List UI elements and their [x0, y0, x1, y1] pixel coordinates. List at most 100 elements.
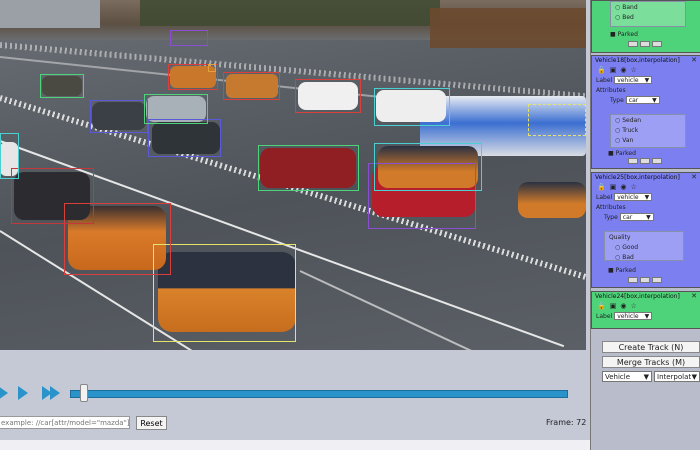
fast-forward-icon[interactable] [50, 386, 60, 400]
filter-input[interactable] [0, 416, 130, 429]
close-icon[interactable]: ✕ [691, 56, 697, 64]
car-white [376, 90, 446, 122]
copy-icon[interactable]: ▣ [610, 302, 617, 310]
option-radio[interactable]: ○ Band [611, 2, 685, 12]
taxi [158, 252, 296, 332]
chevron-down-icon: ▼ [691, 373, 697, 381]
radio-icon: ○ [615, 126, 621, 134]
radio-icon: ○ [615, 3, 621, 11]
lock-icon[interactable]: 🔒 [597, 183, 606, 191]
parked-checkbox[interactable]: ■ Parked [604, 265, 636, 275]
play-icon[interactable] [18, 386, 28, 400]
car-white [298, 82, 358, 110]
radio-icon: ○ [615, 253, 621, 261]
timeline-slider[interactable] [70, 390, 568, 398]
option-radio[interactable]: ○ Bad [605, 252, 683, 262]
checkbox-icon: ■ [610, 30, 616, 38]
bottom-strip [0, 440, 590, 450]
type-select[interactable]: car ▼ [619, 213, 654, 221]
option-radio[interactable]: ○ Van [611, 135, 685, 145]
option-radio[interactable]: ○ Sedan [611, 115, 685, 125]
parked-checkbox[interactable]: ■ Parked [606, 29, 638, 39]
rewind-icon[interactable] [0, 386, 8, 400]
label-select[interactable]: vehicle ▼ [614, 312, 653, 320]
car-red [260, 148, 356, 188]
eye-icon[interactable]: ◉ [620, 66, 626, 74]
attribute-box: ○ Sedan ○ Truck ○ Van [610, 114, 686, 148]
attributes-caption: Attributes [596, 86, 626, 94]
star-icon[interactable]: ☆ [630, 66, 636, 74]
shops-right [430, 8, 586, 48]
star-icon[interactable]: ☆ [630, 183, 636, 191]
taxi [518, 182, 586, 218]
option-radio[interactable]: ○ Good [605, 242, 683, 252]
radio-icon: ○ [615, 243, 621, 251]
label-row: Label vehicle ▼ [592, 75, 700, 85]
frame-counter: Frame: 72 [546, 418, 587, 427]
timeline-thumb[interactable] [80, 384, 88, 402]
label-row: Label vehicle ▼ [592, 192, 700, 202]
eye-icon[interactable]: ◉ [620, 183, 626, 191]
create-track-button[interactable]: Create Track (N) [602, 341, 700, 353]
car-white [0, 142, 18, 176]
chevron-down-icon: ▼ [644, 312, 650, 320]
car-dark [92, 102, 146, 130]
copy-icon[interactable]: ▣ [610, 183, 617, 191]
radio-icon: ○ [615, 116, 621, 124]
taxi [378, 146, 478, 188]
lock-icon[interactable]: 🔒 [597, 302, 606, 310]
building-left [0, 0, 100, 28]
car-silver [146, 96, 206, 122]
checkbox-icon: ■ [608, 266, 614, 274]
attribute-box: Quality ○ Good ○ Bad [604, 231, 684, 261]
car-dark [14, 172, 90, 220]
track-panel: ○ Band ○ Bed ■ Parked Vehicle18[box,interpo… [590, 0, 700, 450]
track-title: Vehicle25[box,interpolation] [595, 174, 680, 181]
chevron-down-icon: ▼ [644, 76, 650, 84]
star-icon[interactable]: ☆ [630, 302, 636, 310]
type-select[interactable]: car ▼ [625, 96, 660, 104]
track-title: Vehicle24[box,interpolation] [595, 293, 680, 300]
track-card-vehicle24[interactable]: Vehicle24[box,interpolation] ✕ 🔒 ▣ ◉ ☆ L… [591, 291, 700, 329]
taxi [170, 66, 216, 88]
checkbox-icon: ■ [608, 149, 614, 157]
close-icon[interactable]: ✕ [691, 173, 697, 181]
quality-caption: Quality [609, 233, 631, 241]
track-card-top: ○ Band ○ Bed ■ Parked [591, 0, 700, 53]
car-dark [42, 76, 82, 96]
annotation-app: Reset Frame: 72 ○Band ○Bed ■Parked Vehic… [0, 0, 700, 450]
track-toolbar: 🔒 ▣ ◉ ☆ [592, 65, 700, 75]
track-toolbar: 🔒 ▣ ◉ ☆ [592, 301, 700, 311]
mode-dropdown[interactable]: Interpolat ▼ [654, 371, 700, 382]
attributes-caption: Attributes [596, 203, 626, 211]
reset-button[interactable]: Reset [136, 416, 167, 430]
track-controls[interactable] [628, 277, 662, 283]
label-row: Label vehicle ▼ [592, 311, 700, 321]
chevron-down-icon: ▼ [644, 193, 650, 201]
track-controls[interactable] [628, 158, 662, 164]
option-radio[interactable]: ○ Bed [611, 12, 685, 22]
radio-icon: ○ [615, 13, 621, 21]
track-card-vehicle25[interactable]: Vehicle25[box,interpolation] ✕ 🔒 ▣ ◉ ☆ L… [591, 172, 700, 288]
track-card-vehicle18[interactable]: Vehicle18[box,interpolation] ✕ 🔒 ▣ ◉ ☆ L… [591, 55, 700, 169]
track-title: Vehicle18[box,interpolation] [595, 57, 680, 64]
lock-icon[interactable]: 🔒 [597, 66, 606, 74]
option-radio[interactable]: ○ Truck [611, 125, 685, 135]
parked-checkbox[interactable]: ■ Parked [604, 148, 636, 158]
chevron-down-icon: ▼ [646, 213, 651, 221]
label-dropdown[interactable]: Vehicle ▼ [602, 371, 652, 382]
type-row: Type car ▼ [592, 95, 700, 105]
copy-icon[interactable]: ▣ [610, 66, 617, 74]
video-canvas[interactable] [0, 0, 586, 350]
trees [140, 0, 440, 26]
track-controls[interactable] [628, 41, 662, 47]
playback-controls [0, 350, 590, 450]
label-select[interactable]: vehicle ▼ [614, 76, 653, 84]
label-select[interactable]: vehicle ▼ [614, 193, 653, 201]
chevron-down-icon: ▼ [643, 373, 649, 381]
merge-tracks-button[interactable]: Merge Tracks (M) [602, 356, 700, 368]
roadside-fence [0, 42, 586, 101]
track-toolbar: 🔒 ▣ ◉ ☆ [592, 182, 700, 192]
eye-icon[interactable]: ◉ [620, 302, 626, 310]
close-icon[interactable]: ✕ [691, 292, 697, 300]
